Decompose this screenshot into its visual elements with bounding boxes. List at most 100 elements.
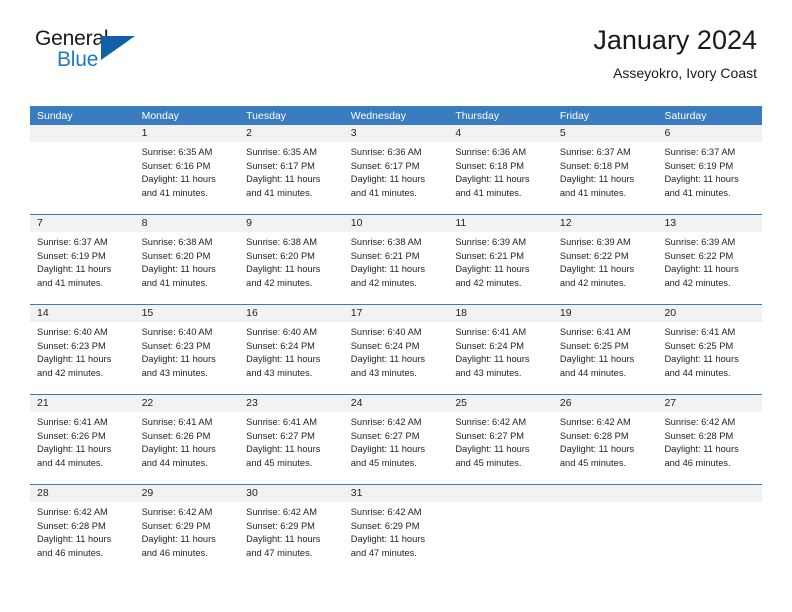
day-number: 7 <box>30 215 135 232</box>
sunrise-text: Sunrise: 6:36 AM <box>455 147 527 157</box>
day-cell[interactable]: 8 Sunrise: 6:38 AM Sunset: 6:20 PM Daylight… <box>134 215 240 304</box>
day-cell[interactable]: 21 Sunrise: 6:41 AM Sunset: 6:26 PM Dayligh… <box>30 395 135 484</box>
day-cell[interactable]: 13 Sunrise: 6:39 AM Sunset: 6:22 PM Dayligh… <box>657 215 763 304</box>
day-number: 9 <box>239 215 344 232</box>
daylight-text: and 41 minutes. <box>559 187 627 198</box>
day-number: 27 <box>657 395 763 412</box>
day-number: 22 <box>134 395 240 412</box>
day-cell[interactable]: 5 Sunrise: 6:37 AM Sunset: 6:18 PM Daylight… <box>552 125 658 214</box>
daylight-text: Daylight: 11 hours <box>455 354 530 365</box>
daylight-text: and 43 minutes. <box>455 367 522 378</box>
day-cell[interactable]: 2 Sunrise: 6:35 AM Sunset: 6:17 PM Daylight… <box>239 125 344 214</box>
daylight-text: Daylight: 11 hours <box>559 174 635 185</box>
day-number: 12 <box>552 215 658 232</box>
logo-text-blue: Blue <box>57 48 99 71</box>
day-cell[interactable]: 24 Sunrise: 6:42 AM Sunset: 6:27 PM Dayligh… <box>343 395 449 484</box>
daylight-text: and 41 minutes. <box>246 187 313 198</box>
day-cell[interactable]: 11 Sunrise: 6:39 AM Sunset: 6:21 PM Dayligh… <box>448 215 553 304</box>
daylight-text: Daylight: 11 hours <box>455 444 530 455</box>
sunrise-text: Sunrise: 6:41 AM <box>559 327 631 337</box>
day-cell[interactable]: 28 Sunrise: 6:42 AM Sunset: 6:28 PM Dayligh… <box>30 485 135 574</box>
day-cell[interactable]: 18 Sunrise: 6:41 AM Sunset: 6:24 PM Dayligh… <box>448 305 553 394</box>
sunrise-text: Sunrise: 6:42 AM <box>664 417 736 427</box>
weekday-header-monday: Monday <box>141 110 179 122</box>
day-number: 20 <box>657 305 763 322</box>
page-title: January 2024 <box>593 25 757 55</box>
daylight-text: Daylight: 11 hours <box>350 444 425 455</box>
day-cell[interactable]: 20 Sunrise: 6:41 AM Sunset: 6:25 PM Dayligh… <box>657 305 763 394</box>
day-cell[interactable]: 30 Sunrise: 6:42 AM Sunset: 6:29 PM Dayligh… <box>239 485 344 574</box>
daylight-text: Daylight: 11 hours <box>141 174 216 185</box>
day-cell[interactable]: 26 Sunrise: 6:42 AM Sunset: 6:28 PM Dayligh… <box>552 395 658 484</box>
sunset-text: Sunset: 6:26 PM <box>37 430 106 441</box>
sunrise-text: Sunrise: 6:42 AM <box>350 507 422 517</box>
general-blue-logo[interactable]: General Blue <box>35 28 155 82</box>
sunrise-text: Sunrise: 6:40 AM <box>246 327 317 337</box>
sunrise-text: Sunrise: 6:35 AM <box>141 147 213 157</box>
day-cell[interactable]: 19 Sunrise: 6:41 AM Sunset: 6:25 PM Dayligh… <box>552 305 658 394</box>
sunset-text: Sunset: 6:17 PM <box>350 160 420 171</box>
daylight-text: and 42 minutes. <box>37 367 104 378</box>
daylight-text: and 46 minutes. <box>664 457 731 468</box>
day-detail: Sunrise: 6:35 AM Sunset: 6:16 PM Daylight:… <box>135 142 240 214</box>
weekday-header-friday: Friday <box>559 110 590 122</box>
calendar-grid: Sunday Monday Tuesday Wednesday Thursday Frid… <box>30 106 763 574</box>
day-cell[interactable]: 31 Sunrise: 6:42 AM Sunset: 6:29 PM Dayligh… <box>343 485 449 574</box>
day-number: 4 <box>448 125 553 142</box>
daylight-text: and 41 minutes. <box>141 187 208 198</box>
day-cell[interactable]: 7 Sunrise: 6:37 AM Sunset: 6:19 PM Daylight… <box>30 215 135 304</box>
day-cell[interactable]: 22 Sunrise: 6:41 AM Sunset: 6:26 PM Dayligh… <box>134 395 240 484</box>
day-detail: Sunrise: 6:41 AM Sunset: 6:25 PM Daylight:… <box>553 322 658 394</box>
day-cell[interactable]: 12 Sunrise: 6:39 AM Sunset: 6:22 PM Dayligh… <box>552 215 658 304</box>
day-detail: Sunrise: 6:42 AM Sunset: 6:28 PM Daylight:… <box>30 502 135 574</box>
day-cell[interactable]: 27 Sunrise: 6:42 AM Sunset: 6:28 PM Dayligh… <box>657 395 763 484</box>
day-cell[interactable]: 9 Sunrise: 6:38 AM Sunset: 6:20 PM Daylight… <box>239 215 344 304</box>
day-cell[interactable]: 1 Sunrise: 6:35 AM Sunset: 6:16 PM Daylight… <box>134 125 240 214</box>
daylight-text: Daylight: 11 hours <box>350 534 425 545</box>
day-detail: Sunrise: 6:38 AM Sunset: 6:21 PM Daylight:… <box>344 232 449 304</box>
daylight-text: and 45 minutes. <box>246 457 313 468</box>
day-number: 3 <box>343 125 449 142</box>
day-cell[interactable]: 16 Sunrise: 6:40 AM Sunset: 6:24 PM Dayligh… <box>239 305 344 394</box>
sunset-text: Sunset: 6:17 PM <box>246 160 315 171</box>
sunset-text: Sunset: 6:21 PM <box>455 250 525 261</box>
day-number: 17 <box>343 305 449 322</box>
title-block: January 2024 Asseyokro, Ivory Coast <box>593 25 757 80</box>
day-detail: Sunrise: 6:35 AM Sunset: 6:17 PM Daylight:… <box>239 142 344 214</box>
day-number: 5 <box>552 125 658 142</box>
day-cell[interactable]: 25 Sunrise: 6:42 AM Sunset: 6:27 PM Dayligh… <box>448 395 553 484</box>
daylight-text: and 42 minutes. <box>559 277 627 288</box>
day-detail: Sunrise: 6:42 AM Sunset: 6:28 PM Daylight:… <box>553 412 658 484</box>
day-detail: Sunrise: 6:40 AM Sunset: 6:24 PM Daylight:… <box>239 322 344 394</box>
sunset-text: Sunset: 6:18 PM <box>559 160 629 171</box>
day-cell[interactable]: 14 Sunrise: 6:40 AM Sunset: 6:23 PM Dayligh… <box>30 305 135 394</box>
daylight-text: and 41 minutes. <box>664 187 731 198</box>
daylight-text: Daylight: 11 hours <box>350 354 425 365</box>
weekday-header-saturday: Saturday <box>664 110 707 122</box>
day-cell[interactable]: 17 Sunrise: 6:40 AM Sunset: 6:24 PM Dayligh… <box>343 305 449 394</box>
day-cell-empty <box>552 485 658 574</box>
day-cell[interactable]: 3 Sunrise: 6:36 AM Sunset: 6:17 PM Daylight… <box>343 125 449 214</box>
sunrise-text: Sunrise: 6:38 AM <box>246 237 317 247</box>
calendar-page: General Blue January 2024 Asseyokro, Ivo… <box>0 0 792 612</box>
day-cell[interactable]: 29 Sunrise: 6:42 AM Sunset: 6:29 PM Dayligh… <box>134 485 240 574</box>
day-number: 15 <box>134 305 240 322</box>
day-cell[interactable]: 15 Sunrise: 6:40 AM Sunset: 6:23 PM Dayligh… <box>134 305 240 394</box>
day-detail <box>448 502 553 574</box>
day-number: 21 <box>30 395 135 412</box>
sunset-text: Sunset: 6:19 PM <box>664 160 734 171</box>
sunrise-text: Sunrise: 6:40 AM <box>350 327 422 337</box>
day-cell[interactable]: 4 Sunrise: 6:36 AM Sunset: 6:18 PM Daylight… <box>448 125 553 214</box>
day-detail: Sunrise: 6:39 AM Sunset: 6:22 PM Daylight:… <box>657 232 762 304</box>
day-number <box>448 485 553 502</box>
day-detail: Sunrise: 6:42 AM Sunset: 6:29 PM Daylight:… <box>239 502 344 574</box>
day-number <box>552 485 658 502</box>
day-cell[interactable]: 6 Sunrise: 6:37 AM Sunset: 6:19 PM Daylight… <box>657 125 763 214</box>
day-cell[interactable]: 10 Sunrise: 6:38 AM Sunset: 6:21 PM Dayligh… <box>343 215 449 304</box>
sunset-text: Sunset: 6:20 PM <box>246 250 315 261</box>
sunset-text: Sunset: 6:20 PM <box>141 250 211 261</box>
weekday-header-wednesday: Wednesday <box>350 110 406 122</box>
day-detail: Sunrise: 6:37 AM Sunset: 6:18 PM Daylight:… <box>553 142 658 214</box>
day-cell[interactable]: 23 Sunrise: 6:41 AM Sunset: 6:27 PM Dayligh… <box>239 395 344 484</box>
daylight-text: Daylight: 11 hours <box>559 264 635 275</box>
